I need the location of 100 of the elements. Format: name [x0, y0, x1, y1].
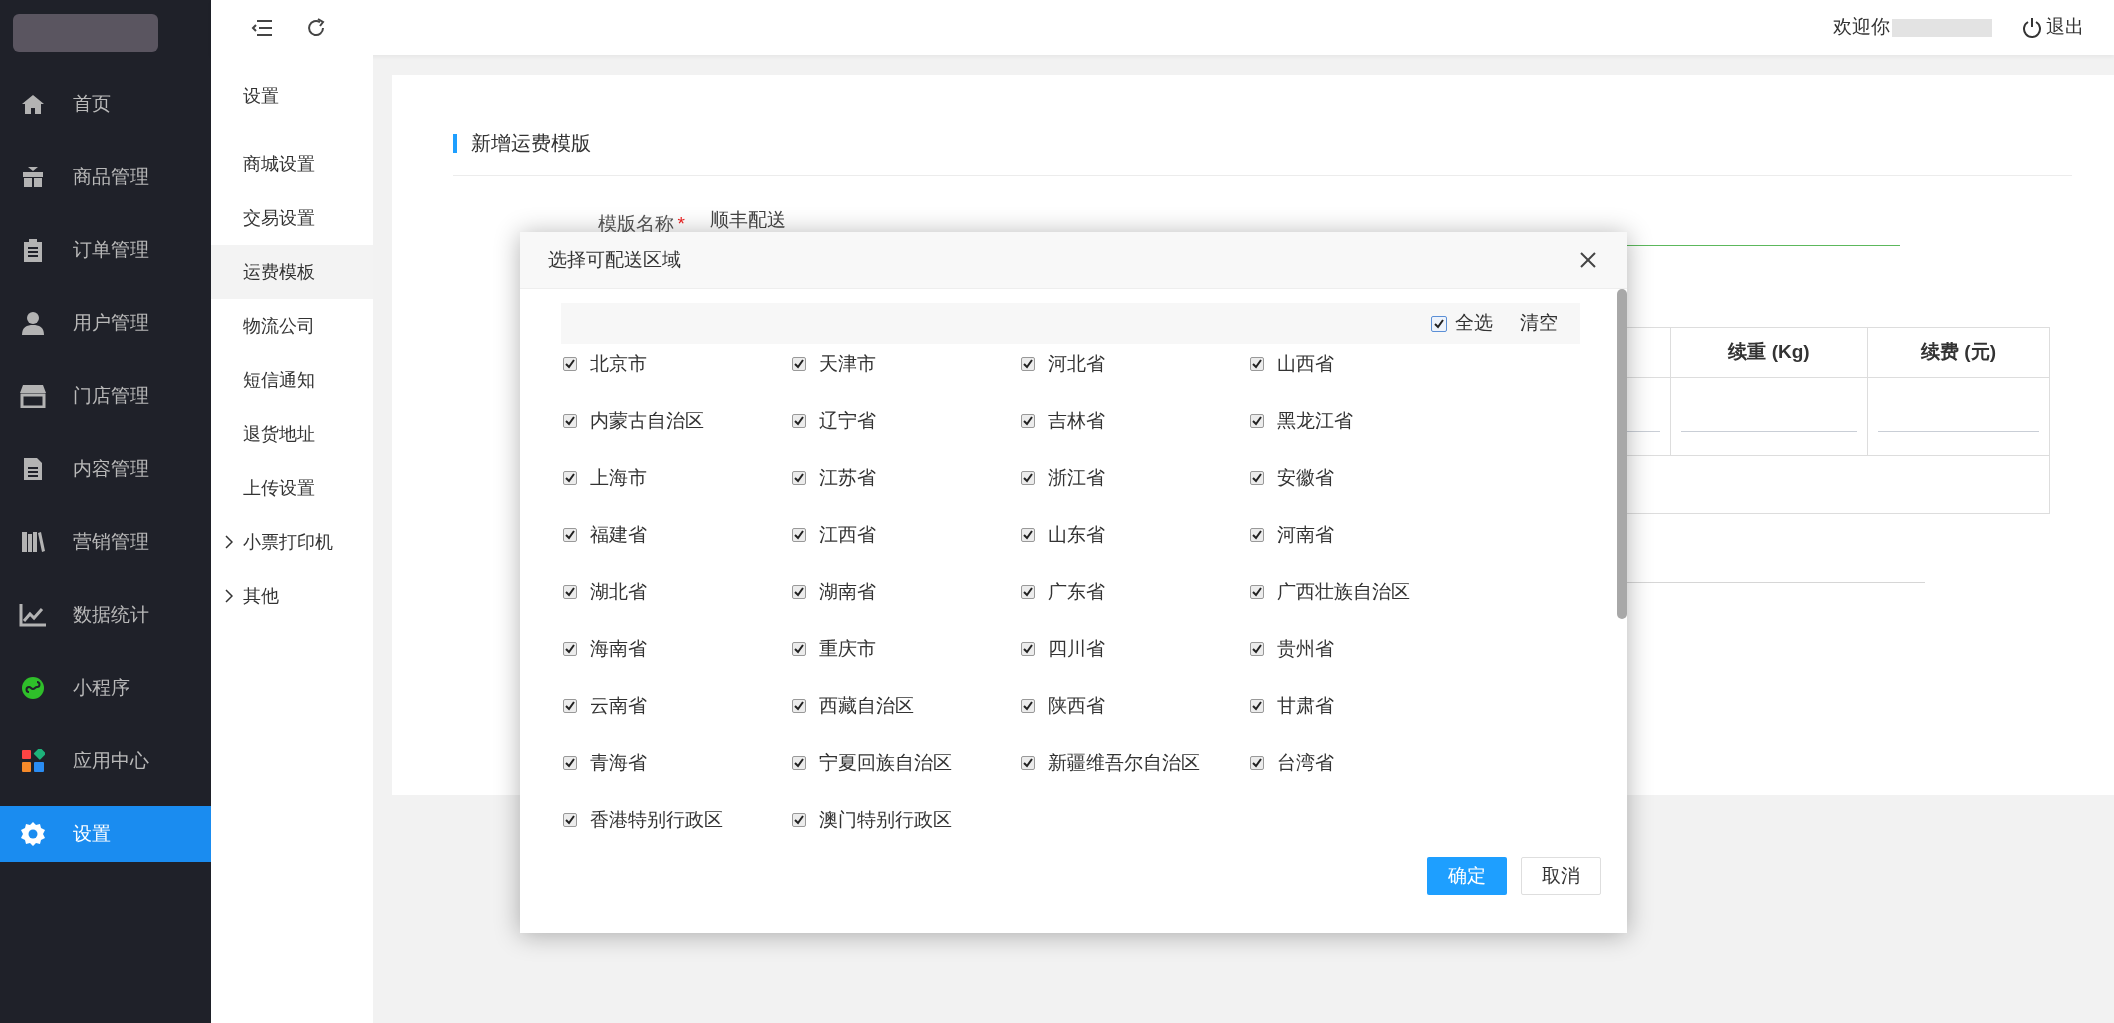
apps-icon — [21, 749, 45, 773]
submenu-item[interactable]: 上传设置 — [211, 461, 373, 515]
checkbox[interactable] — [563, 699, 577, 713]
checkbox[interactable] — [792, 528, 806, 542]
region-label: 广东省 — [1048, 579, 1105, 604]
column-header: 续重 (Kg) — [1670, 327, 1868, 378]
checkbox[interactable] — [1021, 528, 1035, 542]
region-label: 贵州省 — [1277, 636, 1334, 661]
checkbox[interactable] — [563, 813, 577, 827]
checkbox[interactable] — [1250, 528, 1264, 542]
sidebar-item[interactable]: 数据统计 — [0, 587, 211, 643]
home-icon — [21, 93, 45, 115]
checkbox[interactable] — [1250, 414, 1264, 428]
region-label: 重庆市 — [819, 636, 876, 661]
mini-program-icon — [21, 676, 45, 700]
submenu-item[interactable]: 短信通知 — [211, 353, 373, 407]
clipboard-icon — [22, 238, 44, 262]
submenu-item[interactable]: 退货地址 — [211, 407, 373, 461]
sidebar-item[interactable]: 应用中心 — [0, 733, 211, 789]
checkbox-label: 全选 — [1455, 311, 1493, 336]
chevron-right-icon — [225, 589, 233, 603]
cancel-button[interactable]: 取消 — [1521, 857, 1601, 895]
checkbox[interactable] — [563, 585, 577, 599]
region-label: 山西省 — [1277, 351, 1334, 376]
sidebar-item[interactable]: 门店管理 — [0, 368, 211, 424]
submenu-item[interactable]: 商城设置 — [211, 137, 373, 191]
region-label: 澳门特别行政区 — [819, 807, 952, 832]
checkbox[interactable] — [1021, 756, 1035, 770]
submenu-title: 设置 — [242, 85, 279, 108]
region-label: 台湾省 — [1277, 750, 1334, 775]
welcome-text: 欢迎你 — [1833, 15, 1890, 40]
submenu-item[interactable]: 物流公司 — [211, 299, 373, 353]
clear-button[interactable]: 清空 — [1520, 309, 1558, 338]
region-label: 吉林省 — [1048, 408, 1105, 433]
checkbox[interactable] — [1250, 756, 1264, 770]
region-label: 江苏省 — [819, 465, 876, 490]
checkbox[interactable] — [1250, 642, 1264, 656]
region-label: 广西壮族自治区 — [1277, 579, 1410, 604]
checkbox[interactable] — [1021, 471, 1035, 485]
sidebar-item[interactable]: 用户管理 — [0, 295, 211, 351]
region-label: 香港特别行政区 — [590, 807, 723, 832]
checkbox[interactable] — [792, 471, 806, 485]
sidebar-item[interactable]: 首页 — [0, 76, 211, 132]
title-accent-bar — [453, 133, 457, 153]
checkbox[interactable] — [563, 756, 577, 770]
region-label: 四川省 — [1048, 636, 1105, 661]
region-label: 天津市 — [819, 351, 876, 376]
region-label: 江西省 — [819, 522, 876, 547]
checkbox[interactable] — [1250, 471, 1264, 485]
menu-collapse-icon[interactable] — [251, 18, 273, 37]
checkbox[interactable] — [1021, 357, 1035, 371]
checkbox[interactable] — [563, 528, 577, 542]
region-label: 甘肃省 — [1277, 693, 1334, 718]
checkbox[interactable] — [1250, 357, 1264, 371]
refresh-icon[interactable] — [305, 16, 327, 39]
region-label: 浙江省 — [1048, 465, 1105, 490]
checkbox[interactable] — [563, 642, 577, 656]
checkbox[interactable] — [1250, 585, 1264, 599]
checkbox[interactable] — [1021, 585, 1035, 599]
checkbox[interactable] — [1250, 699, 1264, 713]
submenu-item[interactable]: 小票打印机 — [211, 515, 373, 569]
checkbox[interactable] — [792, 642, 806, 656]
checkbox[interactable] — [792, 699, 806, 713]
checkbox[interactable] — [792, 585, 806, 599]
checkbox[interactable] — [563, 414, 577, 428]
region-label: 湖北省 — [590, 579, 647, 604]
sidebar-item[interactable]: 内容管理 — [0, 441, 211, 497]
region-label: 河南省 — [1277, 522, 1334, 547]
checkbox[interactable] — [1021, 414, 1035, 428]
gift-icon — [21, 165, 45, 189]
checkbox[interactable] — [1021, 699, 1035, 713]
region-label: 青海省 — [590, 750, 647, 775]
checkbox[interactable] — [563, 471, 577, 485]
power-icon — [2022, 16, 2042, 39]
region-label: 云南省 — [590, 693, 647, 718]
checkbox[interactable] — [792, 414, 806, 428]
region-label: 辽宁省 — [819, 408, 876, 433]
checkbox[interactable] — [792, 813, 806, 827]
chevron-right-icon — [225, 535, 233, 549]
sidebar-item[interactable]: 营销管理 — [0, 514, 211, 570]
sidebar-item[interactable]: 小程序 — [0, 660, 211, 716]
store-icon — [20, 384, 46, 408]
checkbox[interactable] — [563, 357, 577, 371]
scrollbar[interactable] — [1617, 289, 1627, 619]
user-icon — [21, 311, 45, 335]
close-icon — [1579, 251, 1597, 269]
region-label: 新疆维吾尔自治区 — [1048, 750, 1200, 775]
region-label: 陕西省 — [1048, 693, 1105, 718]
submenu-item[interactable]: 交易设置 — [211, 191, 373, 245]
region-label: 山东省 — [1048, 522, 1105, 547]
checkbox[interactable] — [1431, 315, 1447, 332]
logout-button[interactable]: 退出 — [2022, 13, 2084, 42]
submenu-item[interactable]: 其他 — [211, 569, 373, 623]
checkbox[interactable] — [792, 357, 806, 371]
checkbox[interactable] — [1021, 642, 1035, 656]
field-label: 模版名称 — [597, 212, 674, 234]
submenu-item[interactable]: 运费模板 — [211, 245, 373, 299]
checkbox[interactable] — [792, 756, 806, 770]
sidebar-item[interactable]: 订单管理 — [0, 222, 211, 278]
sidebar-item[interactable]: 商品管理 — [0, 149, 211, 205]
